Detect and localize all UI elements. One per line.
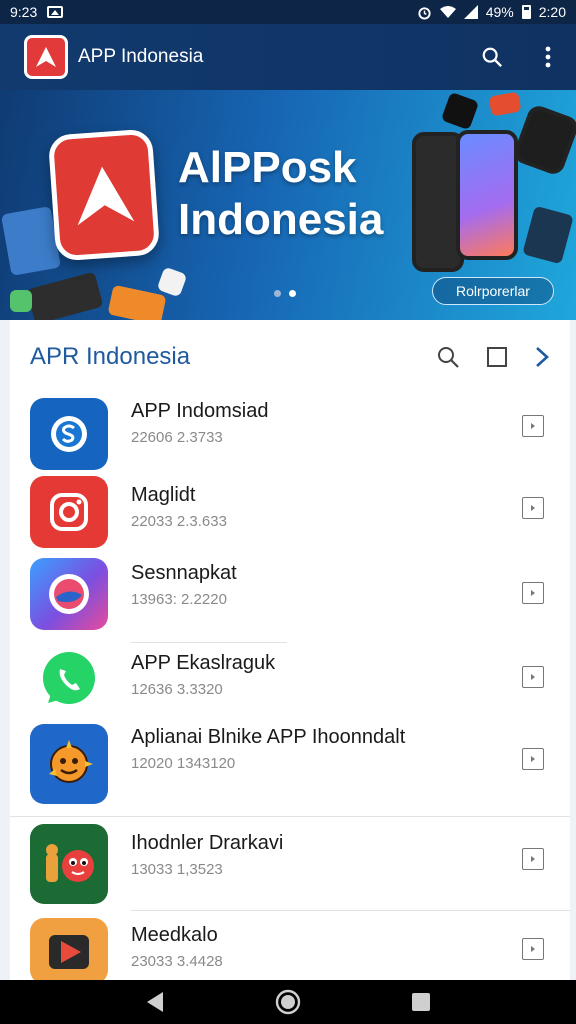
open-app-button[interactable] xyxy=(522,748,544,770)
skype-glyph-icon xyxy=(51,416,87,452)
carousel-indicator xyxy=(274,290,296,297)
app-meta: 12636 3.3320 xyxy=(131,681,223,698)
status-time: 9:23 xyxy=(10,4,38,20)
app-meta: 23033 3.4428 xyxy=(131,953,223,970)
search-icon xyxy=(482,47,503,68)
app-name: Meedkalo xyxy=(131,924,218,946)
list-header: APR Indonesia xyxy=(10,320,570,394)
open-app-button[interactable] xyxy=(522,938,544,960)
more-vert-icon xyxy=(545,46,551,68)
app-meta: 13033 1,3523 xyxy=(131,861,223,878)
app-logo[interactable] xyxy=(24,35,68,79)
sun-glyph-icon xyxy=(49,740,93,783)
phone-decoration xyxy=(522,205,574,265)
list-item[interactable]: APP Ekaslraguk 12636 3.3320 xyxy=(10,642,570,720)
open-app-button[interactable] xyxy=(522,497,544,519)
status-bar: 9:23 49% 2:20 xyxy=(0,0,576,24)
banner-action-button[interactable]: Rolrporerlar xyxy=(432,277,554,305)
open-app-button[interactable] xyxy=(522,582,544,604)
circle-glyph-icon xyxy=(49,574,89,614)
app-meta: 13963: 2.2220 xyxy=(131,591,227,608)
app-tile-decoration xyxy=(488,91,522,117)
play-glyph-icon xyxy=(49,935,89,969)
app-tile-decoration xyxy=(156,266,188,298)
phone-decoration xyxy=(26,271,104,320)
list-item[interactable]: Sesnnapkat 13963: 2.2220 xyxy=(10,556,570,642)
search-icon[interactable] xyxy=(436,345,460,369)
app-meta: 22606 2.3733 xyxy=(131,429,223,446)
phone-decoration xyxy=(511,102,576,178)
grid-view-icon[interactable] xyxy=(486,346,508,368)
app-meta: 12020 1343120 xyxy=(131,755,236,772)
alarm-icon xyxy=(418,6,431,20)
sun-character-icon xyxy=(30,724,108,804)
open-app-button[interactable] xyxy=(522,415,544,437)
app-list-card: APR Indonesia APP Indomsiad 22606 2.3733… xyxy=(10,320,570,984)
overflow-menu-button[interactable] xyxy=(534,43,562,71)
camera-glyph-icon xyxy=(50,493,88,531)
phone-decoration xyxy=(456,130,518,260)
banner-logo xyxy=(47,128,161,262)
whatsapp-glyph-icon xyxy=(43,652,95,704)
app-tile-decoration xyxy=(440,91,480,131)
carousel-dot-active[interactable] xyxy=(289,290,296,297)
app-name: APP Indomsiad xyxy=(131,400,269,422)
list-item[interactable]: Meedkalo 23033 3.4428 xyxy=(10,910,570,984)
app-tile-decoration xyxy=(107,284,167,320)
app-tile-decoration xyxy=(10,290,32,312)
open-app-button[interactable] xyxy=(522,848,544,870)
app-name: Maglidt xyxy=(131,484,196,506)
banner-headline: AlPPosk Indonesia xyxy=(178,143,384,244)
app-name: Sesnnapkat xyxy=(131,562,237,584)
camera-icon xyxy=(30,476,108,548)
signal-icon xyxy=(463,5,478,19)
app-meta: 22033 2.3.633 xyxy=(131,513,227,530)
app-bar: APP Indonesia xyxy=(0,24,576,90)
list-item[interactable]: APP Indomsiad 22606 2.3733 xyxy=(10,394,570,474)
list-item[interactable]: Maglidt 22033 2.3.633 xyxy=(10,474,570,556)
creature-icon xyxy=(30,824,108,904)
back-icon[interactable] xyxy=(145,991,165,1013)
arrow-logo-icon xyxy=(77,166,135,226)
circle-app-icon xyxy=(30,558,108,630)
app-name: APP Ekaslraguk xyxy=(131,652,276,674)
arrow-logo-icon xyxy=(36,47,56,67)
home-icon[interactable] xyxy=(275,989,301,1015)
app-name: Aplianai Blnike APP Ihoonndalt xyxy=(131,726,406,748)
list-item[interactable]: Ihodnler Drarkavi 13033 1,3523 xyxy=(10,816,570,910)
system-nav-bar xyxy=(0,980,576,1024)
app-tile-decoration xyxy=(0,206,62,276)
list-title: APR Indonesia xyxy=(30,343,191,370)
app-title: APP Indonesia xyxy=(78,46,204,67)
status-clock: 2:20 xyxy=(538,4,566,20)
gallery-notification-icon xyxy=(47,6,64,18)
carousel-dot[interactable] xyxy=(274,290,281,297)
whatsapp-icon xyxy=(30,644,108,716)
chevron-right-icon[interactable] xyxy=(534,345,550,369)
wifi-icon xyxy=(439,6,456,18)
play-store-icon xyxy=(30,918,108,984)
search-button[interactable] xyxy=(478,43,506,71)
battery-percent: 49% xyxy=(485,4,514,20)
creature-glyph-icon xyxy=(46,844,94,882)
app-name: Ihodnler Drarkavi xyxy=(131,832,284,854)
open-app-button[interactable] xyxy=(522,666,544,688)
list-item[interactable]: Aplianai Blnike APP Ihoonndalt 12020 134… xyxy=(10,720,570,816)
recents-icon[interactable] xyxy=(411,992,431,1012)
skype-icon xyxy=(30,398,108,470)
battery-icon xyxy=(521,5,531,19)
